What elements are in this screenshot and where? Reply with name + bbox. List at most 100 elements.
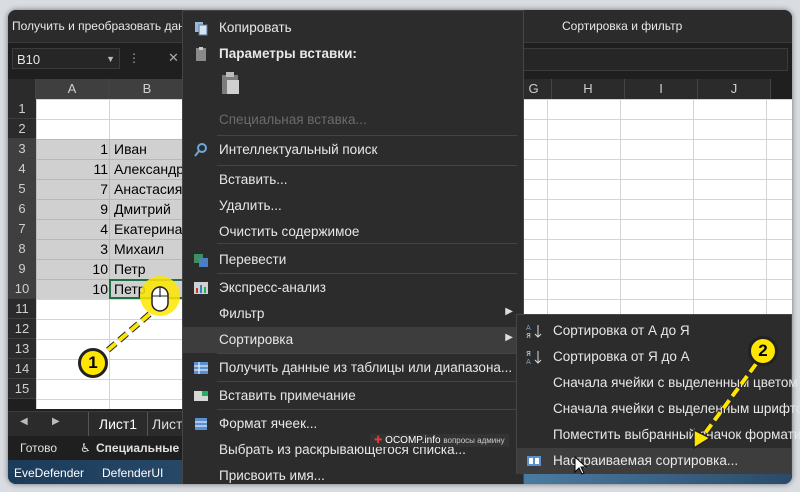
cell-a[interactable]: 7 <box>40 179 108 199</box>
submenu-label-sort-asc: Сортировка от А до Я <box>553 323 690 338</box>
column-header-i[interactable]: I <box>625 79 698 99</box>
row-header[interactable]: 12 <box>8 319 36 339</box>
menu-item-define-name[interactable]: Присвоить имя... <box>183 463 523 484</box>
more-options-icon[interactable]: ⋮ <box>128 51 140 65</box>
step-badge-2: 2 <box>748 336 778 366</box>
submenu-item-sort-asc[interactable]: AЯ Сортировка от А до Я <box>517 318 791 344</box>
row-header[interactable]: 7 <box>8 219 36 239</box>
context-menu: Копировать Параметры вставки: Специальна… <box>182 10 524 484</box>
menu-separator <box>217 135 517 136</box>
menu-item-smart-lookup[interactable]: Интеллектуальный поиск <box>183 137 523 163</box>
column-header-a[interactable]: A <box>36 79 109 99</box>
row-header[interactable]: 1 <box>8 99 36 119</box>
row-header[interactable]: 10 <box>8 279 36 299</box>
row-header[interactable]: 3 <box>8 139 36 159</box>
note-icon <box>194 391 208 401</box>
submenu-item-custom-sort[interactable]: Настраиваемая сортировка... <box>517 448 791 474</box>
watermark-brand: OCOMP.info <box>385 435 441 446</box>
row-header[interactable]: 5 <box>8 179 36 199</box>
row-header[interactable]: 2 <box>8 119 36 139</box>
menu-label-delete: Удалить... <box>219 198 282 213</box>
ribbon-group-get-data[interactable]: Получить и преобразовать данн <box>12 19 191 33</box>
select-all-corner[interactable] <box>8 79 36 99</box>
menu-item-insert[interactable]: Вставить... <box>183 167 523 193</box>
custom-sort-icon <box>527 456 541 466</box>
paste-icon <box>196 47 206 61</box>
cancel-icon[interactable]: ✕ <box>168 50 179 66</box>
cell-a[interactable]: 10 <box>40 279 108 299</box>
menu-item-filter[interactable]: Фильтр ▶ <box>183 301 523 327</box>
scroll-right-icon[interactable]: ▶ <box>52 416 60 427</box>
menu-item-translate[interactable]: Перевести <box>183 247 523 273</box>
menu-label-copy: Копировать <box>219 20 292 35</box>
cell-a[interactable]: 4 <box>40 219 108 239</box>
sheet-tab-list1[interactable]: Лист1 <box>88 412 148 436</box>
menu-separator <box>217 353 517 354</box>
menu-item-insert-note[interactable]: Вставить примечание <box>183 383 523 409</box>
menu-label-sort: Сортировка <box>219 332 294 347</box>
menu-item-sort[interactable]: Сортировка ▶ <box>183 327 523 353</box>
menu-label-format-cells: Формат ячеек... <box>219 416 318 431</box>
translate-icon <box>194 254 208 267</box>
taskbar-item-defenderui[interactable]: DefenderUI <box>102 466 163 480</box>
accessibility-icon[interactable]: ♿ <box>80 441 91 455</box>
svg-text:A: A <box>526 324 531 332</box>
menu-item-quick-analysis[interactable]: Экспресс-анализ <box>183 275 523 301</box>
cell-a[interactable]: 1 <box>40 139 108 159</box>
menu-item-clear[interactable]: Очистить содержимое <box>183 219 523 245</box>
row-header[interactable]: 15 <box>8 379 36 399</box>
paste-clipboard-icon[interactable] <box>219 71 241 95</box>
row-header[interactable]: 4 <box>8 159 36 179</box>
submenu-item-font-color-first[interactable]: Сначала ячейки с выделенным шрифтом <box>517 396 800 422</box>
cell-a[interactable]: 11 <box>40 159 108 179</box>
table-icon <box>194 362 208 374</box>
name-box[interactable]: B10 ▼ <box>12 48 120 69</box>
column-header-j[interactable]: J <box>698 79 771 99</box>
row-header[interactable]: 14 <box>8 359 36 379</box>
menu-label-clear: Очистить содержимое <box>219 224 360 239</box>
submenu-label-sort-desc: Сортировка от Я до А <box>553 349 690 364</box>
menu-label-paste-special: Специальная вставка... <box>219 112 367 127</box>
taskbar-item-evedefender[interactable]: EveDefender <box>14 466 84 480</box>
formula-input[interactable] <box>520 48 788 71</box>
svg-text:Я: Я <box>526 332 531 339</box>
ribbon-group-sort-filter[interactable]: Сортировка и фильтр <box>562 19 682 33</box>
copy-icon <box>195 22 208 36</box>
menu-label-filter: Фильтр <box>219 306 265 321</box>
menu-item-get-data[interactable]: Получить данные из таблицы или диапазона… <box>183 355 523 381</box>
step-badge-1: 1 <box>78 348 108 378</box>
status-accessibility[interactable]: Специальные в <box>96 441 190 455</box>
name-box-value: B10 <box>17 52 41 67</box>
menu-separator <box>217 165 517 166</box>
row-header[interactable]: 13 <box>8 339 36 359</box>
sort-submenu: AЯ Сортировка от А до Я ЯA Сортировка от… <box>516 314 800 474</box>
menu-label-smart-lookup: Интеллектуальный поиск <box>219 142 378 157</box>
submenu-item-put-icon-first[interactable]: Поместить выбранный значок форматир <box>517 422 800 448</box>
format-cells-icon <box>195 418 207 430</box>
cell-a[interactable]: 9 <box>40 199 108 219</box>
cell-a[interactable]: 10 <box>40 259 108 279</box>
menu-item-paste-special[interactable]: Специальная вставка... <box>183 107 523 133</box>
submenu-label-custom-sort: Настраиваемая сортировка... <box>553 453 739 468</box>
submenu-item-cell-color-first[interactable]: Сначала ячейки с выделенным цветом <box>517 370 798 396</box>
submenu-label-put-icon: Поместить выбранный значок форматир <box>553 427 800 442</box>
row-header[interactable]: 8 <box>8 239 36 259</box>
menu-label-insert: Вставить... <box>219 172 288 187</box>
chevron-down-icon[interactable]: ▼ <box>106 49 115 70</box>
cell-a[interactable]: 3 <box>40 239 108 259</box>
menu-label-translate: Перевести <box>219 252 287 267</box>
chevron-right-icon: ▶ <box>505 332 513 343</box>
chevron-right-icon: ▶ <box>505 306 513 317</box>
menu-item-copy[interactable]: Копировать <box>183 15 523 41</box>
row-header[interactable]: 9 <box>8 259 36 279</box>
sort-ascending-icon: AЯ <box>526 324 542 339</box>
menu-label-get-data: Получить данные из таблицы или диапазона… <box>219 360 513 375</box>
menu-label-insert-note: Вставить примечание <box>219 388 356 403</box>
menu-separator <box>217 409 517 410</box>
column-header-b[interactable]: B <box>109 79 186 99</box>
scroll-left-icon[interactable]: ◀ <box>20 416 28 427</box>
menu-item-delete[interactable]: Удалить... <box>183 193 523 219</box>
row-header[interactable]: 11 <box>8 299 36 319</box>
column-header-h[interactable]: H <box>552 79 625 99</box>
row-header[interactable]: 6 <box>8 199 36 219</box>
